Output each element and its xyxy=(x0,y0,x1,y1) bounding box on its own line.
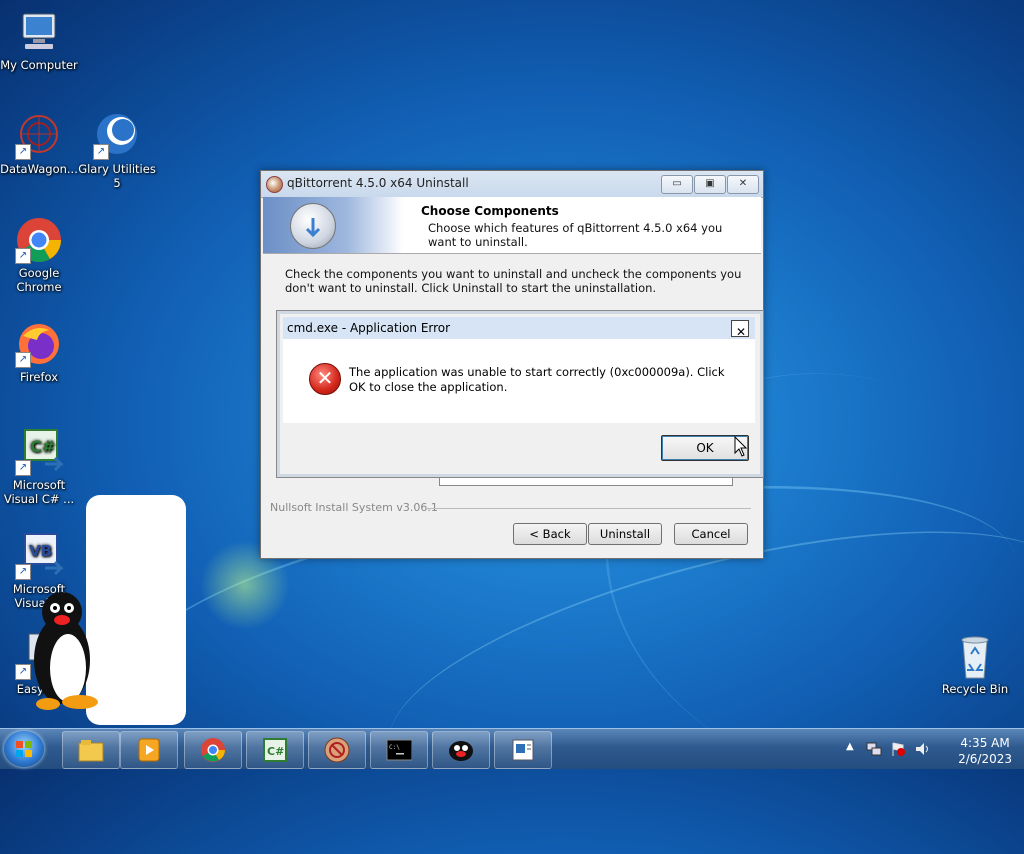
desktop-icon-label: Microsoft Visual C# ... xyxy=(3,478,75,506)
maximize-icon: ▣ xyxy=(705,178,715,189)
taskbar-explorer[interactable] xyxy=(62,731,120,769)
error-message: The application was unable to start corr… xyxy=(349,365,725,394)
taskbar-visual-csharp[interactable]: C# xyxy=(246,731,304,769)
shortcut-arrow-icon: ↗ xyxy=(15,564,31,580)
windows-logo-icon xyxy=(16,741,32,757)
visual-basic-icon: VB ↗ xyxy=(15,532,65,580)
pingu-penguin-icon xyxy=(34,592,98,710)
error-dialog-title-bar[interactable]: cmd.exe - Application Error ✕ xyxy=(283,317,755,340)
qbittorrent-icon xyxy=(324,737,350,763)
instructions-text: Check the components you want to uninsta… xyxy=(285,267,742,295)
desktop-icon-recycle-bin[interactable]: Recycle Bin xyxy=(936,632,1014,696)
installer-header: Choose Components Choose which features … xyxy=(263,197,761,254)
back-button[interactable]: < Back xyxy=(513,523,587,545)
network-icon[interactable] xyxy=(866,741,882,757)
svg-text:VB: VB xyxy=(29,542,52,560)
media-player-icon xyxy=(138,738,160,762)
datawagon-icon: ↗ xyxy=(15,112,63,160)
maximize-button[interactable]: ▣ xyxy=(694,175,726,194)
computer-icon xyxy=(15,8,63,56)
branding-divider xyxy=(425,508,751,509)
cancel-button[interactable]: Cancel xyxy=(674,523,748,545)
desktop-icon-label: DataWagon... xyxy=(0,162,78,176)
taskbar-document[interactable] xyxy=(494,731,552,769)
cmd-icon: C:\ xyxy=(386,739,412,761)
clock-time: 4:35 AM xyxy=(960,736,1010,750)
header-title: Choose Components xyxy=(421,204,559,218)
taskbar: C# C:\ ▲ 4:35 AM 2/6/2023 xyxy=(0,728,1024,769)
shortcut-arrow-icon: ↗ xyxy=(15,144,31,160)
glary-utilities-icon: ↗ xyxy=(93,112,141,160)
action-center-flag-icon[interactable] xyxy=(890,741,906,757)
system-tray: ▲ 4:35 AM 2/6/2023 xyxy=(840,731,1024,767)
svg-text:C#: C# xyxy=(267,745,284,758)
error-close-button[interactable]: ✕ xyxy=(731,320,749,339)
svg-text:C:\: C:\ xyxy=(389,744,400,751)
error-dialog-body: ✕ The application was unable to start co… xyxy=(283,339,755,423)
desktop-icon-label: My Computer xyxy=(0,58,78,72)
minimize-icon: ▭ xyxy=(672,178,682,189)
desktop-icon-label: Recycle Bin xyxy=(941,682,1009,696)
error-icon: ✕ xyxy=(309,363,341,395)
shortcut-arrow-icon: ↗ xyxy=(15,352,31,368)
chrome-icon xyxy=(201,738,225,762)
mouse-cursor-icon xyxy=(734,436,748,457)
recycle-bin-icon xyxy=(951,632,999,680)
uninstall-disc-icon xyxy=(290,203,336,249)
shortcut-arrow-icon: ↗ xyxy=(15,248,31,264)
desktop-icon-datawagon[interactable]: ↗ DataWagon... xyxy=(0,112,78,176)
minimize-button[interactable]: ▭ xyxy=(661,175,693,194)
taskbar-pingu[interactable] xyxy=(432,731,490,769)
header-subtitle: Choose which features of qBittorrent 4.5… xyxy=(428,221,723,249)
svg-text:C#: C# xyxy=(30,437,55,456)
shortcut-arrow-icon: ↗ xyxy=(15,460,31,476)
clock-date: 2/6/2023 xyxy=(958,752,1012,766)
desktop-icon-my-computer[interactable]: My Computer xyxy=(0,8,78,72)
qbittorrent-app-icon xyxy=(266,176,283,193)
pingu-icon xyxy=(449,741,473,761)
uninstall-button[interactable]: Uninstall xyxy=(588,523,662,545)
volume-icon[interactable] xyxy=(914,741,930,757)
visual-csharp-icon: C# xyxy=(263,738,287,762)
explorer-icon xyxy=(78,740,104,762)
desktop-icon-label: Google Chrome xyxy=(16,266,62,294)
desktop-icon-label: Firefox xyxy=(19,370,59,384)
close-icon: ✕ xyxy=(738,178,748,189)
clock[interactable]: 4:35 AM 2/6/2023 xyxy=(958,735,1012,767)
start-button[interactable] xyxy=(4,731,44,767)
desktop-icon-google-chrome[interactable]: ↗ Google Chrome xyxy=(0,216,78,294)
desktop-icon-label: Glary Utilities 5 xyxy=(78,162,156,190)
close-button[interactable]: ✕ xyxy=(727,175,759,194)
desktop-icon-firefox[interactable]: ↗ Firefox xyxy=(0,320,78,384)
chrome-icon: ↗ xyxy=(15,216,63,264)
taskbar-media-player[interactable] xyxy=(120,731,178,769)
show-hidden-icons-icon[interactable]: ▲ xyxy=(846,741,854,752)
desktop-icon-glary-utilities[interactable]: ↗ Glary Utilities 5 xyxy=(78,112,156,190)
firefox-icon: ↗ xyxy=(15,320,63,368)
error-dialog: cmd.exe - Application Error ✕ ✕ The appl… xyxy=(276,310,764,478)
taskbar-cmd[interactable]: C:\ xyxy=(370,731,428,769)
installer-title: qBittorrent 4.5.0 x64 Uninstall xyxy=(287,176,469,190)
visual-csharp-icon: C# ↗ xyxy=(15,428,65,476)
nsis-branding: Nullsoft Install System v3.06.1 xyxy=(270,501,438,514)
taskbar-chrome[interactable] xyxy=(184,731,242,769)
shortcut-arrow-icon: ↗ xyxy=(93,144,109,160)
desktop-icon-visual-csharp[interactable]: C# ↗ Microsoft Visual C# ... xyxy=(0,428,78,506)
close-icon: ✕ xyxy=(736,325,747,339)
error-dialog-title: cmd.exe - Application Error xyxy=(287,321,451,335)
document-icon xyxy=(512,739,534,761)
installer-title-bar[interactable]: qBittorrent 4.5.0 x64 Uninstall ▭ ▣ ✕ xyxy=(261,171,763,198)
taskbar-qbittorrent[interactable] xyxy=(308,731,366,769)
